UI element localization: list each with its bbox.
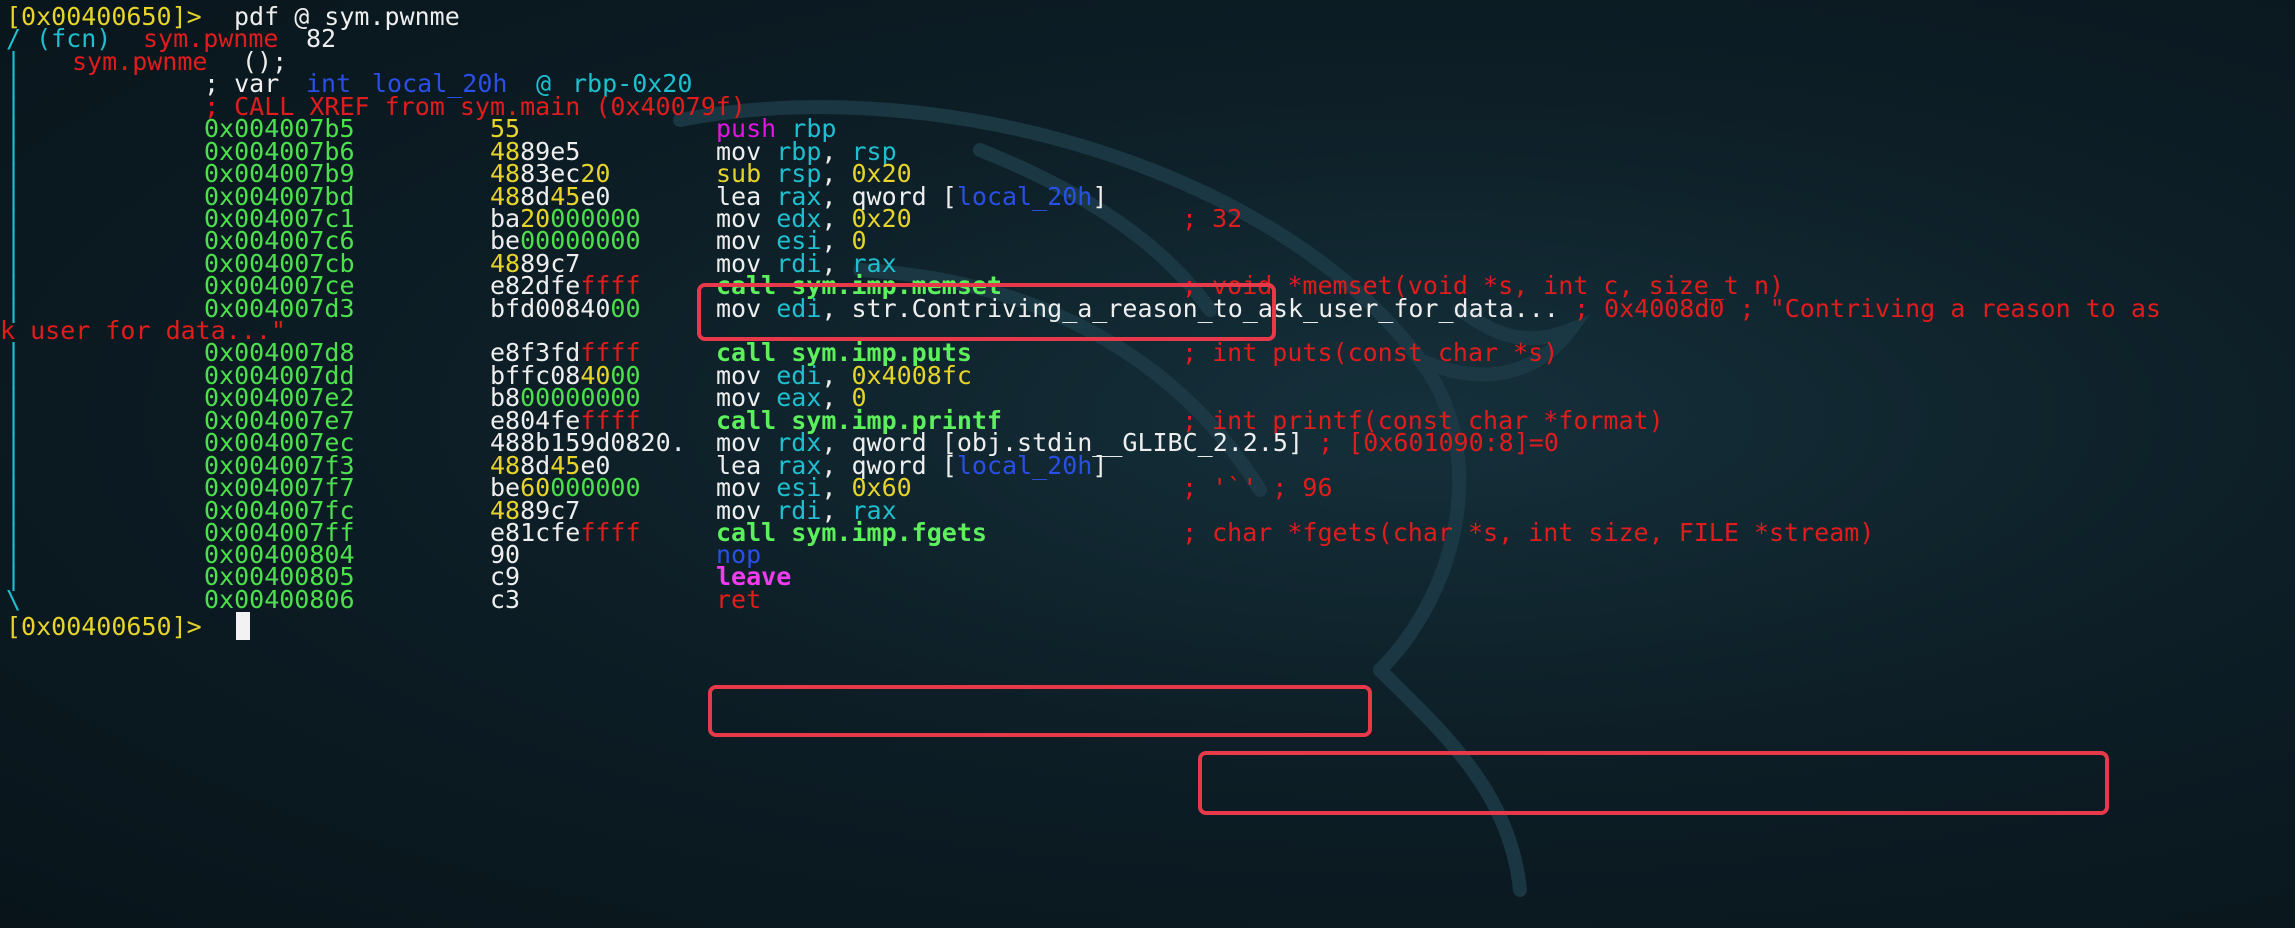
- instruction-token: mov: [716, 294, 777, 323]
- inline-comment: ; '`' ; 96: [1182, 471, 1333, 504]
- instruction-token: local_20h: [956, 451, 1093, 480]
- instruction-token: 0x4008fc: [851, 361, 972, 390]
- instruction-token: ; 0x4008d0 ; "Contriving a reason to as: [1558, 294, 2161, 323]
- inline-comment: ; 32: [1182, 202, 1242, 235]
- comment-token: char *fgets(char *s, int size, FILE *str…: [1197, 518, 1875, 547]
- address[interactable]: 0x00400806: [204, 583, 355, 616]
- prompt: [0x00400650]>: [6, 612, 202, 641]
- terminal-window[interactable]: [0x00400650]> pdf @ sym.pwnme / (fcn) sy…: [0, 0, 2295, 928]
- opcode-bytes: bfd0084000: [490, 292, 641, 325]
- fcn-size: 82: [306, 24, 337, 53]
- instruction-token: ]: [1092, 451, 1108, 480]
- opcode-bytes-segment: 00: [610, 294, 641, 323]
- opcode-bytes-segment: bfd00840: [490, 294, 611, 323]
- opcode-bytes-segment: c3: [490, 585, 521, 614]
- instruction-token: , str.Contriving_a_reason_to_ask_user_fo…: [821, 294, 1559, 323]
- comment-token: ;: [1182, 518, 1198, 547]
- comment-token: ; int puts(const char *s): [1182, 338, 1559, 367]
- inline-comment: ; char *fgets(char *s, int size, FILE *s…: [1182, 516, 1874, 549]
- instruction-token: edi: [776, 294, 822, 323]
- comment-token: ; 32: [1182, 204, 1243, 233]
- inline-comment: ; int puts(const char *s): [1182, 336, 1558, 369]
- instruction-token: ret: [716, 585, 762, 614]
- text-cursor[interactable]: [236, 610, 250, 643]
- instruction: ret: [716, 583, 761, 616]
- instruction-token: local_20h: [956, 182, 1093, 211]
- comment-token: ; '`' ; 96: [1182, 473, 1333, 502]
- opcode-bytes-segment: ffff: [580, 518, 641, 547]
- prompt-line-bottom[interactable]: [0x00400650]>: [6, 610, 250, 643]
- instruction: mov edi, str.Contriving_a_reason_to_ask_…: [716, 292, 2161, 325]
- opcode-bytes: c3: [490, 583, 520, 616]
- sig-name: sym.pwnme: [72, 47, 208, 76]
- instruction-token: ]: [1092, 182, 1108, 211]
- instruction-token: ; [0x601090:8]=0: [1303, 428, 1559, 457]
